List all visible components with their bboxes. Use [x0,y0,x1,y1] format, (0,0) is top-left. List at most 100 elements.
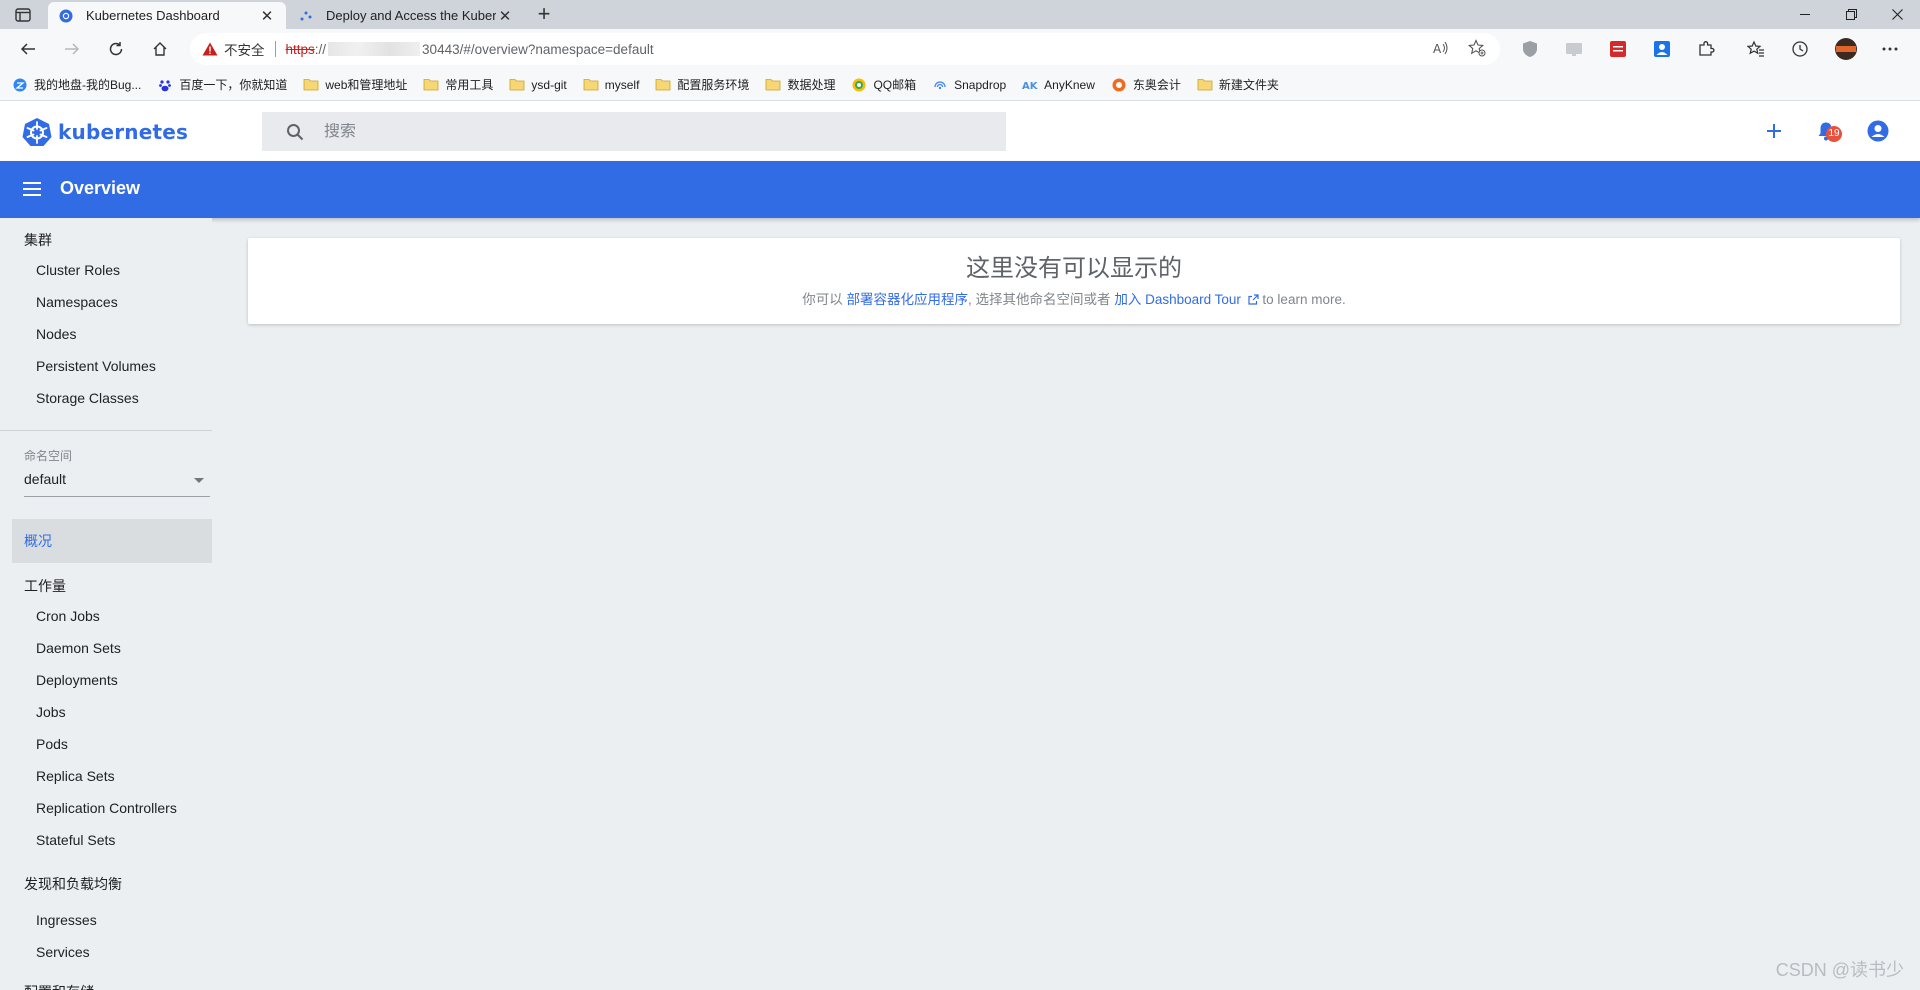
read-aloud-icon[interactable]: A [1432,39,1450,60]
account-button[interactable] [1864,117,1892,145]
sidebar-item-stateful-sets[interactable]: Stateful Sets [36,832,115,848]
bookmark-label: 常用工具 [445,78,494,92]
restore-icon[interactable] [1828,0,1874,29]
page-toolbar: Overview [0,161,1920,218]
sidebar-item-namespaces[interactable]: Namespaces [36,294,118,310]
more-menu-icon[interactable] [1880,39,1900,59]
close-tab-icon[interactable]: ✕ [496,7,514,25]
tab-actions-icon[interactable] [12,5,34,25]
sidebar-section-discovery[interactable]: 发现和负载均衡 [24,874,122,894]
deploy-app-link[interactable]: 部署容器化应用程序 [847,292,969,307]
refresh-icon[interactable] [102,35,130,63]
empty-state-message: 你可以 部署容器化应用程序, 选择其他命名空间或者 加入 Dashboard T… [248,288,1900,308]
svg-text:A: A [1433,42,1442,56]
security-warning[interactable]: 不安全 [202,39,265,59]
sidebar-item-label: 概况 [24,533,52,549]
loading-favicon-icon [298,8,314,24]
sidebar-item-nodes[interactable]: Nodes [36,326,76,342]
forward-icon[interactable] [58,35,86,63]
message-middle: , 选择其他命名空间或者 [968,292,1111,307]
bookmarks-bar: 我的地盘-我的Bug... 百度一下，你就知道 web和管理地址 常用工具 ysd-gi… [0,69,1920,101]
bookmark-item[interactable]: 配置服务环境 [655,76,749,93]
sidebar-nav: 集群 Cluster Roles Namespaces Nodes Persis… [0,218,212,990]
address-bar[interactable]: 不安全 https :// 30443/#/overview?namespace… [190,33,1500,65]
tab-deploy-access-dashboard[interactable]: Deploy and Access the Kubernetes Dashboa… [288,2,524,29]
sidebar-item-overview[interactable]: 概况 [12,519,212,563]
plus-icon [1767,124,1781,138]
sidebar-section-config[interactable]: 配置和存储 [24,982,94,990]
create-resource-button[interactable] [1760,117,1788,145]
empty-state-card: 这里没有可以显示的 你可以 部署容器化应用程序, 选择其他命名空间或者 加入 D… [248,238,1900,324]
baidu-icon [157,78,173,92]
zentao-icon [12,78,28,92]
bookmark-item[interactable]: 百度一下，你就知道 [157,76,287,93]
bookmark-label: 我的地盘-我的Bug... [34,78,142,92]
sidebar-item-replica-sets[interactable]: Replica Sets [36,768,115,784]
empty-state-title: 这里没有可以显示的 [966,255,1182,282]
logo-text: kubernetes [58,120,189,144]
dashboard-tour-link[interactable]: 加入 Dashboard Tour [1114,292,1262,307]
screenshot-extension-icon[interactable] [1564,39,1584,59]
sidebar-item-jobs[interactable]: Jobs [36,704,66,720]
bookmark-item[interactable]: QQ邮箱 [851,76,916,93]
profile-avatar-icon[interactable] [1834,37,1858,61]
extensions-puzzle-icon[interactable] [1696,39,1716,59]
bookmark-item[interactable]: 常用工具 [423,76,493,93]
close-window-icon[interactable] [1874,0,1920,29]
sidebar-item-services[interactable]: Services [36,944,90,960]
dashboard-header: kubernetes 19 [0,101,1920,161]
warning-icon [202,42,218,56]
namespace-select[interactable]: default [24,471,210,497]
sidebar-section-cluster[interactable]: 集群 [24,230,52,250]
search-bar[interactable] [262,112,1006,151]
search-input[interactable] [324,122,924,141]
sidebar-item-daemon-sets[interactable]: Daemon Sets [36,640,121,656]
bookmark-item[interactable]: 数据处理 [765,76,835,93]
minimize-icon[interactable] [1782,0,1828,29]
bookmark-item[interactable]: AK AnyKnew [1022,78,1095,92]
csdn-watermark: CSDN @读书少 [1775,960,1904,980]
sidebar-item-storage-classes[interactable]: Storage Classes [36,390,139,406]
url-host-redacted [328,42,421,56]
menu-toggle-button[interactable] [20,177,44,201]
bookmark-item[interactable]: 我的地盘-我的Bug... [12,76,141,93]
sidebar-item-cron-jobs[interactable]: Cron Jobs [36,608,100,624]
shield-extension-icon[interactable] [1520,39,1540,59]
back-icon[interactable] [14,35,42,63]
bookmark-label: AnyKnew [1044,77,1095,92]
kubernetes-logo[interactable]: kubernetes [22,117,188,147]
search-icon [287,123,304,140]
bookmark-item[interactable]: ysd-git [509,77,567,92]
bookmark-item[interactable]: myself [583,78,639,92]
notification-count-badge: 19 [1826,126,1842,142]
red-extension-icon[interactable] [1608,39,1628,59]
add-favorite-icon[interactable] [1467,39,1486,60]
bookmark-label: ysd-git [531,77,567,92]
sidebar-item-pods[interactable]: Pods [36,736,68,752]
home-icon[interactable] [146,35,174,63]
sidebar-item-ingresses[interactable]: Ingresses [36,912,97,928]
bookmark-label: 数据处理 [787,78,836,92]
sidebar-section-workloads[interactable]: 工作量 [24,576,66,596]
notifications-button[interactable]: 19 [1812,117,1842,145]
close-tab-icon[interactable]: ✕ [258,7,276,25]
sidebar-item-persistent-volumes[interactable]: Persistent Volumes [36,358,156,374]
bookmark-item[interactable]: 东奥会计 [1111,76,1181,93]
anyknew-icon: AK [1022,78,1038,92]
tab-kubernetes-dashboard[interactable]: Kubernetes Dashboard ✕ [48,2,286,29]
bookmark-item[interactable]: web和管理地址 [303,76,407,93]
user-extension-icon[interactable] [1652,39,1672,59]
hamburger-menu-icon [23,182,41,196]
favorites-icon[interactable] [1746,39,1766,59]
new-tab-button[interactable]: + [532,3,556,27]
browser-toolbar: 不安全 https :// 30443/#/overview?namespace… [0,29,1920,69]
history-icon[interactable] [1790,39,1810,59]
bookmark-item[interactable]: Snapdrop [932,78,1006,92]
sidebar-item-replication-controllers[interactable]: Replication Controllers [36,800,177,816]
bookmark-label: 配置服务环境 [677,78,750,92]
sidebar-item-cluster-roles[interactable]: Cluster Roles [36,262,120,278]
qqmail-icon [851,78,867,92]
sidebar-item-deployments[interactable]: Deployments [36,672,118,688]
bookmark-item[interactable]: 新建文件夹 [1197,76,1279,93]
folder-icon [509,78,525,92]
